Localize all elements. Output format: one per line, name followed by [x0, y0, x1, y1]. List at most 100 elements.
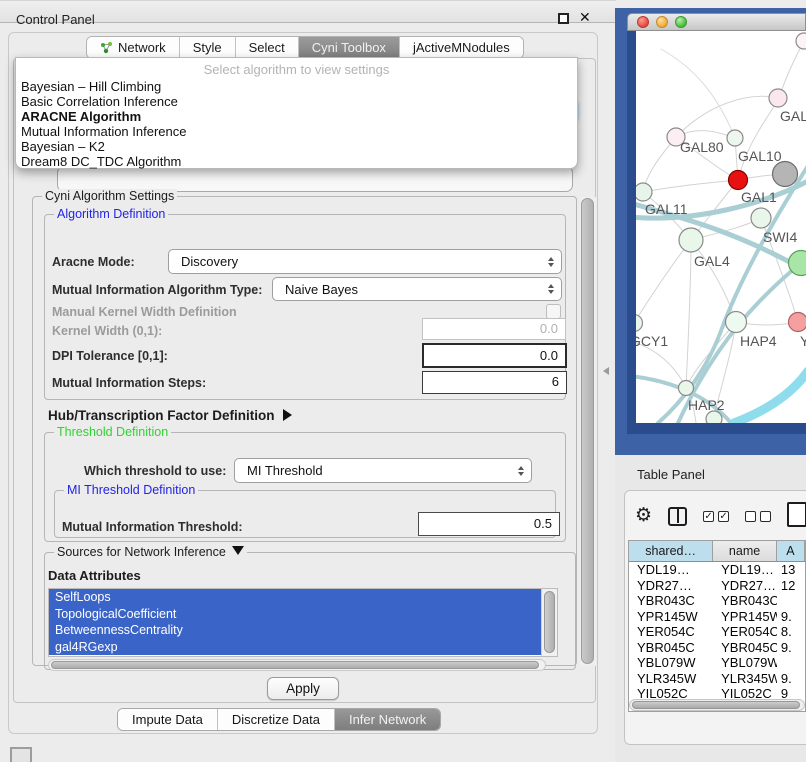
close-icon[interactable]: ✕ [579, 9, 591, 26]
checked-boxes-icon[interactable]: ✓✓ [703, 511, 729, 522]
table-row[interactable]: YER054CYER054C8. [629, 624, 805, 640]
network-node-GCY1[interactable] [636, 315, 643, 332]
network-edge [643, 137, 676, 192]
table-row[interactable]: YDR27…YDR27…12 [629, 578, 805, 594]
aracne-mode-select[interactable]: Discovery [168, 249, 562, 274]
network-node-SWI4[interactable] [751, 208, 771, 228]
scrollbar-thumb[interactable] [544, 591, 555, 653]
attribute-item-topologicalcoefficient[interactable]: TopologicalCoefficient [49, 606, 541, 623]
mi-algorithm-type-select[interactable]: Naive Bayes [272, 277, 562, 301]
dropdown-item-aracne-algorithm[interactable]: ARACNE Algorithm [16, 109, 577, 124]
split-columns-icon[interactable] [668, 507, 687, 526]
algorithm-dropdown-popup: Select algorithm to view settings Bayesi… [15, 57, 578, 169]
dropdown-item-basic-correlation-inference[interactable]: Basic Correlation Inference [16, 94, 577, 109]
window-border [627, 423, 806, 434]
dropdown-item-bayesian-k2[interactable]: Bayesian – K2 [16, 139, 577, 154]
bottom-tab-infer-network[interactable]: Infer Network [335, 709, 440, 730]
control-panel-title: Control Panel [16, 12, 95, 27]
kernel-width-label: Kernel Width (0,1): [52, 324, 162, 338]
dpi-tolerance-field[interactable]: 0.0 [422, 343, 567, 368]
dpi-tolerance-label: DPI Tolerance [0,1]: [52, 349, 168, 363]
node-label-GAL80: GAL80 [680, 139, 724, 155]
manual-kernel-checkbox[interactable] [546, 304, 561, 319]
network-edge [643, 180, 738, 192]
mi-steps-field[interactable]: 6 [422, 371, 567, 394]
sources-group-title[interactable]: Sources for Network Inference [54, 545, 247, 559]
network-canvas[interactable]: GALGAL80GAL10GAL1GAL11SWI4GAL4GCY1YHAP4H… [636, 31, 806, 423]
attributes-vertical-scrollbar[interactable] [541, 589, 557, 656]
document-icon[interactable] [787, 502, 806, 527]
scrollbar-thumb[interactable] [581, 198, 594, 664]
table-row[interactable]: YBL079WYBL079W [629, 655, 805, 671]
hub-definition-toggle[interactable]: Hub/Transcription Factor Definition [48, 408, 292, 423]
data-attributes-label: Data Attributes [48, 568, 141, 583]
tab-label: Network [118, 40, 166, 55]
attributes-horizontal-scrollbar[interactable] [48, 659, 546, 671]
network-window-titlebar[interactable] [627, 13, 806, 31]
network-node-bottom-partial[interactable] [706, 411, 722, 423]
scrollbar-thumb[interactable] [51, 661, 539, 669]
zoom-traffic-light-icon[interactable] [675, 16, 687, 28]
minimize-traffic-light-icon[interactable] [656, 16, 668, 28]
network-node-GAL11[interactable] [636, 183, 652, 201]
attribute-item-gal4rgexp[interactable]: gal4RGexp [49, 639, 541, 656]
attribute-item-selfloops[interactable]: SelfLoops [49, 589, 541, 606]
unchecked-box-icon [760, 511, 771, 522]
table-cell: 8. [777, 624, 805, 640]
table-cell: YLR345W [629, 671, 713, 687]
dropdown-item-dream8-dc-tdc-algorithm[interactable]: Dream8 DC_TDC Algorithm [16, 154, 577, 169]
scrollbar-thumb[interactable] [632, 701, 800, 709]
network-node-GAL1[interactable] [729, 171, 748, 190]
gear-icon[interactable]: ⚙ [635, 505, 652, 527]
unchecked-boxes-icon[interactable] [745, 511, 771, 522]
network-node-HAP2[interactable] [679, 381, 694, 396]
float-window-icon[interactable] [558, 13, 569, 24]
table-cell: 9. [777, 671, 805, 687]
settings-vertical-scrollbar[interactable] [580, 197, 596, 666]
mi-threshold-field[interactable]: 0.5 [418, 512, 560, 536]
table-cell: YPR145W [713, 609, 777, 625]
aracne-mode-label: Aracne Mode: [52, 255, 135, 269]
table-row[interactable]: YLR345WYLR345W9. [629, 671, 805, 687]
table-row[interactable]: YDL19…YDL19…13 [629, 562, 805, 578]
network-node-GAL-cut[interactable] [769, 89, 787, 107]
collapsed-arrow-icon [283, 409, 292, 421]
tab-select[interactable]: Select [236, 37, 299, 58]
splitter-collapse-icon[interactable] [603, 367, 609, 375]
network-icon [100, 41, 113, 54]
which-threshold-select[interactable]: MI Threshold [234, 458, 532, 483]
table-body: YDL19…YDL19…13YDR27…YDR27…12YBR043CYBR04… [629, 562, 805, 702]
network-node-HAP4[interactable] [726, 312, 747, 333]
tab-style[interactable]: Style [180, 37, 236, 58]
dropdown-item-bayesian-hill-climbing[interactable]: Bayesian – Hill Climbing [16, 79, 577, 94]
tab-jactivemnodules[interactable]: jActiveMNodules [400, 37, 523, 58]
column-header-a[interactable]: A [777, 541, 805, 561]
table-row[interactable]: YBR045CYBR045C9. [629, 640, 805, 656]
column-header-shared[interactable]: shared… [629, 541, 713, 561]
network-node-Y-cut[interactable] [789, 313, 806, 332]
stepper-arrows-icon [518, 459, 524, 482]
column-header-name[interactable]: name [713, 541, 777, 561]
close-traffic-light-icon[interactable] [637, 16, 649, 28]
dropdown-item-mutual-information-inference[interactable]: Mutual Information Inference [16, 124, 577, 139]
table-cell: YPR145W [629, 609, 713, 625]
network-node-GAL10[interactable] [727, 130, 743, 146]
attribute-item-betweennesscentrality[interactable]: BetweennessCentrality [49, 622, 541, 639]
network-node-gray-node[interactable] [773, 162, 798, 187]
table-horizontal-scrollbar[interactable] [629, 699, 805, 711]
table-cell: YBR045C [629, 640, 713, 656]
bottom-tabs: Impute DataDiscretize DataInfer Network [117, 708, 441, 731]
apply-button[interactable]: Apply [267, 677, 339, 700]
tab-cyni-toolbox[interactable]: Cyni Toolbox [299, 37, 400, 58]
table-row[interactable]: YBR043CYBR043C [629, 593, 805, 609]
bottom-tab-impute-data[interactable]: Impute Data [118, 709, 218, 730]
bottom-tab-discretize-data[interactable]: Discretize Data [218, 709, 335, 730]
network-node-top-partial[interactable] [796, 33, 806, 49]
tab-network[interactable]: Network [87, 37, 180, 58]
node-label-GAL4: GAL4 [694, 253, 730, 269]
table-row[interactable]: YPR145WYPR145W9. [629, 609, 805, 625]
dock-handle-icon[interactable] [10, 747, 32, 762]
which-threshold-value: MI Threshold [247, 463, 323, 478]
network-node-GAL4[interactable] [679, 228, 703, 252]
stepper-arrows-icon [548, 250, 554, 273]
